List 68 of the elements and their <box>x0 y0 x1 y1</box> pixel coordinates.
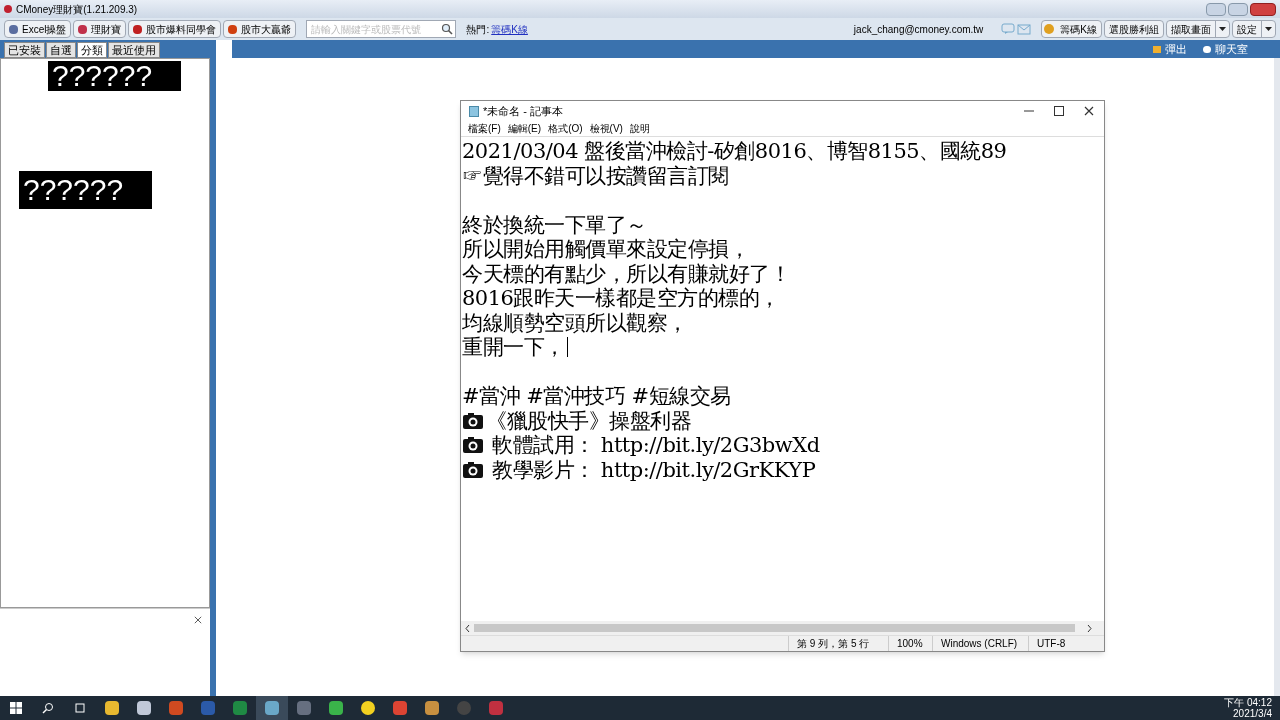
search-icon <box>441 23 454 35</box>
toolbar-button[interactable]: 股市爆料同學會 <box>128 20 222 38</box>
coin-icon <box>1044 24 1055 34</box>
restore-button[interactable] <box>1228 2 1248 16</box>
text-line: ☞覺得不錯可以按讚留言訂閱 <box>462 163 729 188</box>
text-line: 8016跟昨天一樣都是空方的標的， <box>462 286 780 311</box>
menu-item[interactable]: 格式(O) <box>545 121 586 136</box>
toolbar-button[interactable]: 選股勝利組 <box>1104 20 1164 38</box>
menu-item[interactable]: 說明 <box>626 121 653 136</box>
app-logo-icon <box>4 5 12 13</box>
status-field: 第 9 列，第 5 行 <box>788 636 888 651</box>
panel-tab[interactable]: 最近使用 <box>108 42 160 58</box>
toolbar-button[interactable]: 理財寶 <box>73 20 127 38</box>
close-button[interactable] <box>1250 2 1276 16</box>
window-title: CMoney理財寶(1.21.209.3) <box>16 2 138 17</box>
status-field: 100% <box>888 636 932 651</box>
toolbar-button[interactable]: Excel操盤 <box>4 20 72 38</box>
task-view-icon[interactable] <box>74 702 86 714</box>
close-icon <box>1084 106 1094 116</box>
popout-icon <box>1153 45 1161 53</box>
text-line: 教學影片： http://bit.ly/2GrKKYP <box>491 457 816 482</box>
text-line: #當沖 #當沖技巧 #短線交易 <box>462 384 731 409</box>
panel-tab[interactable]: 自選 <box>46 42 76 58</box>
clock-date: 2021/3/4 <box>1233 708 1272 719</box>
text-line: 2021/03/04 盤後當沖檢討-矽創8016、博智8155、國統89 <box>462 139 1007 164</box>
bar-action[interactable]: 聊天室 <box>1203 40 1248 58</box>
scroll-left-icon[interactable] <box>465 624 470 632</box>
toolbar-button[interactable]: 股市大贏爺 <box>223 20 297 38</box>
toolbar-button[interactable]: 設定 <box>1232 20 1276 38</box>
text-line: 終於換統一下單了～ <box>462 212 647 237</box>
status-field: UTF-8 <box>1028 636 1094 651</box>
caption-overlay: ?????? <box>48 61 181 91</box>
chat-icon <box>1203 45 1211 53</box>
scroll-right-icon[interactable] <box>1087 624 1092 632</box>
bar-action[interactable]: 彈出 <box>1153 40 1187 58</box>
menu-item[interactable]: 檔案(F) <box>465 121 504 136</box>
panel-tab[interactable]: 已安裝 <box>4 42 45 58</box>
text-line: 重開一下， <box>462 335 565 360</box>
notepad-title: *未命名 - 記事本 <box>483 103 564 119</box>
text-line: 今天標的有點少，所以有賺就好了！ <box>462 261 790 286</box>
text-line: 《獵股快手》操盤利器 <box>486 408 691 433</box>
caret-icon <box>1219 27 1226 31</box>
minimize-button[interactable] <box>1206 2 1226 16</box>
menu-item[interactable]: 檢視(V) <box>586 121 626 136</box>
text-line: 所以開始用觸價單來設定停損， <box>462 237 749 262</box>
caption-overlay: ?????? <box>19 171 152 209</box>
horizontal-scrollbar[interactable] <box>474 624 1075 632</box>
hot-label: 熱門: <box>466 22 490 37</box>
close-icon[interactable] <box>194 615 202 624</box>
text-line: 均線順勢空頭所以觀察， <box>462 310 688 335</box>
status-field: Windows (CRLF) <box>932 636 1028 651</box>
app-icon <box>228 24 238 34</box>
toolbar-button[interactable]: 籌碼K線 <box>1041 20 1102 38</box>
clock-time: 下午 04:12 <box>1224 697 1272 708</box>
toolbar-button[interactable]: 擷取畫面 <box>1166 20 1230 38</box>
app-icon <box>133 24 143 34</box>
menu-item[interactable]: 編輯(E) <box>504 121 545 136</box>
hot-link[interactable]: 籌碼K線 <box>491 21 528 37</box>
maximize-icon <box>1054 106 1064 116</box>
notepad-icon <box>469 105 479 117</box>
panel-tab[interactable]: 分類 <box>77 42 107 58</box>
windows-start-icon[interactable] <box>10 702 22 714</box>
app-icon <box>9 24 18 34</box>
app-icon <box>78 24 88 34</box>
caret-icon <box>1265 27 1272 31</box>
text-line: 軟體試用： http://bit.ly/2G3bwXd <box>491 433 820 458</box>
user-email: jack_chang@cmoney.com.tw <box>853 22 984 37</box>
search-icon[interactable] <box>42 702 54 714</box>
